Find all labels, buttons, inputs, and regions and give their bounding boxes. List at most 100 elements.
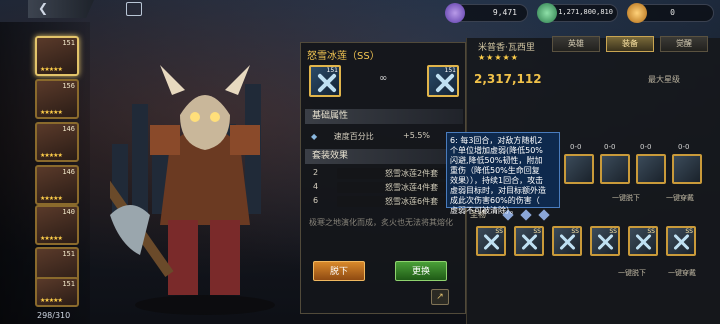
gear-slot[interactable] [636,154,666,184]
hero-power: 2,317,112 [474,72,542,86]
set-row: 6 怒雪冰莲6件套 [313,196,461,207]
slot-tag: SS [533,228,541,235]
crossed-swords-icon [597,233,619,255]
gear-slot[interactable] [672,154,702,184]
relic-slot[interactable]: SS [590,226,620,256]
currency-gems[interactable]: 9,471 [445,3,528,23]
hero-level: 146 [62,125,75,133]
hero-portrait[interactable]: 146 ★★★★★ [35,122,79,162]
set-count: 6 [313,196,319,205]
item-detail-panel: 怒雪冰莲（SS） 151 ∞ 151 基础属性 ◆ 速度百分比 +5.5% 套装… [300,42,466,314]
slot-tag: SS [495,228,503,235]
purple-gem-icon [445,3,465,23]
hero-stars: ★★★★★ [40,109,63,116]
set-effect-tooltip: 6: 每3回合，对敌方随机2 个单位增加虚弱(降低50% 闪避,降低50%韧性，… [446,132,560,215]
crossed-swords-icon [559,233,581,255]
max-star-label: 最大星级 [648,75,680,84]
currency-coins[interactable]: 1,271,800,810 [537,3,618,23]
crossed-swords-icon [673,233,695,255]
set-count: 4 [313,182,319,191]
back-arrow-icon: ❮ [38,1,49,15]
hero-level: 151 [62,280,75,288]
relic-slot[interactable]: SS [476,226,506,256]
stat-row: ◆ 速度百分比 +5.5% [311,131,461,142]
relic-slot[interactable]: SS [666,226,696,256]
slot-tag: SS [685,228,693,235]
green-coin-icon [537,3,557,23]
item-title: 怒雪冰莲（SS） [307,51,380,62]
set-row: 2 怒雪冰莲2件套 [313,168,461,179]
one-key-remove-link[interactable]: 一键脱下 [618,268,646,278]
hero-illustration [110,65,275,315]
set-row: 4 怒雪冰莲4件套 [313,182,461,193]
hero-portrait[interactable]: 146 ★★★★★ [35,165,79,205]
hero-portrait[interactable]: 156 ★★★★★ [35,79,79,119]
one-key-wear-link[interactable]: 一键穿戴 [668,268,696,278]
tooltip-line: 成此次伤害60%的伤害（ [450,196,540,205]
gear-slot[interactable] [600,154,630,184]
currency-gold[interactable]: 0 [627,3,714,23]
gear-counter: 0-0 [604,143,616,151]
hero-portrait[interactable]: 140 ★★★★★ [35,205,79,245]
relic-slot[interactable]: SS [628,226,658,256]
hero-stars: ★★★★★ [478,53,519,62]
relic-slot[interactable]: SS [514,226,544,256]
crossed-swords-icon [316,72,338,94]
item-icon: 151 [309,65,341,97]
hero-level: 151 [62,39,75,47]
set-name: 怒雪冰莲2件套 [385,169,439,178]
item-level: 151 [444,67,456,74]
stat-value: +5.5% [403,131,431,140]
hero-stars: ★★★★★ [40,235,63,242]
tooltip-line: 6: 每3回合，对敌方随机2 [450,136,543,145]
roster-count: 298/310 [37,311,71,320]
one-key-remove-link[interactable]: 一键脱下 [612,193,640,203]
tab-hero[interactable]: 英雄 [552,36,600,52]
share-icon[interactable]: ↗ [431,289,449,305]
set-count: 2 [313,168,319,177]
tab-awaken[interactable]: 觉醒 [660,36,708,52]
set-row-bg: 怒雪冰莲6件套 [337,196,457,207]
handbook-icon[interactable] [126,2,142,16]
gear-counter: 0-0 [570,143,582,151]
hero-stars: ★★★★★ [40,195,63,202]
hero-portrait[interactable]: 151 ★★★★★ [35,277,79,307]
item-level: 151 [326,67,338,74]
set-row-bg: 怒雪冰莲2件套 [337,168,457,179]
unequip-button[interactable]: 脱下 [313,261,365,281]
tooltip-line: 虚弱目标时，对目标额外造 [450,186,546,195]
equipped-item-icon: 151 [427,65,459,97]
set-name: 怒雪冰莲6件套 [385,197,439,206]
relic-slot[interactable]: SS [552,226,582,256]
gear-counter: 0-0 [678,143,690,151]
crossed-swords-icon [521,233,543,255]
slot-tag: SS [647,228,655,235]
set-name: 怒雪冰莲4件套 [385,183,439,192]
slot-tag: SS [571,228,579,235]
stat-name: 速度百分比 [333,132,374,141]
link-icon: ∞ [379,73,388,84]
crossed-swords-icon [434,72,456,94]
tooltip-line: 个单位增加虚弱(降低50% [450,146,543,155]
currency-value: 1,271,800,810 [558,8,613,16]
crossed-swords-icon [483,233,505,255]
hero-portrait[interactable]: 151 ★★★★★ [35,36,79,76]
set-row-bg: 怒雪冰莲4件套 [337,182,457,193]
base-attr-header: 基础属性 [305,109,463,124]
hero-stars: ★★★★★ [40,66,63,73]
hero-level: 140 [62,208,75,216]
gear-slot[interactable] [564,154,594,184]
tab-equipment[interactable]: 装备 [606,36,654,52]
currency-value: 0 [670,8,675,17]
set-effect-header: 套装效果 [305,149,463,164]
gear-counter: 0-0 [640,143,652,151]
hero-stars: ★★★★★ [40,152,63,159]
hero-name: 米普香·瓦西里 [478,43,535,53]
replace-button[interactable]: 更换 [395,261,447,281]
tooltip-line: 闪避,降低50%韧性，附加 [450,156,543,165]
hero-level: 151 [62,250,75,258]
hero-stars: ★★★★★ [40,297,63,304]
currency-value: 9,471 [492,8,517,17]
one-key-wear-link[interactable]: 一键穿戴 [666,193,694,203]
crossed-swords-icon [635,233,657,255]
